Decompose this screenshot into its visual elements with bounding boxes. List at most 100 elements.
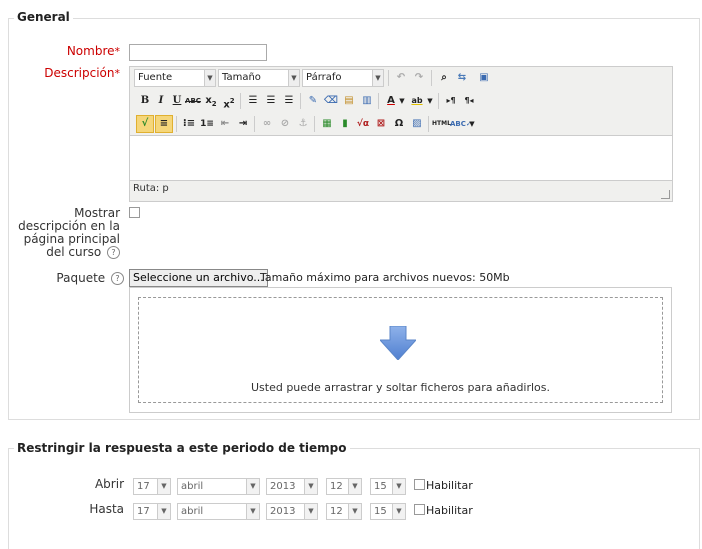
toolbar-separator <box>428 116 429 132</box>
toolbar-separator <box>314 116 315 132</box>
help-icon[interactable]: ? <box>107 246 120 259</box>
block-icon[interactable]: ≡ <box>155 115 173 133</box>
size-select-label: Tamaño <box>222 72 261 83</box>
required-icon: * <box>114 45 121 58</box>
special-char-icon[interactable]: Ω <box>390 115 408 133</box>
rtl-icon[interactable]: ¶◂ <box>460 92 478 110</box>
chevron-down-icon: ▼ <box>157 479 170 494</box>
name-input[interactable] <box>129 44 267 61</box>
toolbar-separator <box>388 70 389 86</box>
align-center-icon[interactable]: ☰ <box>262 92 280 110</box>
open-label: Abrir <box>94 477 124 491</box>
toolbar-separator <box>240 93 241 109</box>
file-dropzone[interactable]: Usted puede arrastrar y soltar ficheros … <box>129 287 672 413</box>
open-minute-select[interactable]: 15 ▼ <box>370 478 406 495</box>
chevron-down-icon: ▼ <box>304 479 317 494</box>
open-hour-value: 12 <box>330 481 343 492</box>
open-hour-select[interactable]: 12 ▼ <box>326 478 362 495</box>
chevron-down-icon: ▼ <box>204 70 215 86</box>
ltr-icon[interactable]: ▸¶ <box>442 92 460 110</box>
until-day-select[interactable]: 17 ▼ <box>133 503 171 520</box>
toolbar-separator <box>254 116 255 132</box>
font-select[interactable]: Fuente ▼ <box>134 69 216 87</box>
html-icon[interactable]: HTML <box>432 115 451 133</box>
bullet-list-icon[interactable]: ⁝≡ <box>180 115 198 133</box>
chevron-down-icon: ▼ <box>392 479 405 494</box>
description-label: Descripción* <box>20 67 121 81</box>
until-minute-select[interactable]: 15 ▼ <box>370 503 406 520</box>
subscript-icon[interactable]: x2 <box>202 92 220 110</box>
toolbar-row-3: √ ≡ ⁝≡ 1≡ ⇤ ⇥ ∞ ⊘ ⚓ ▦ ▮ √α ⊠ Ω ▨ HTML AB… <box>132 113 672 135</box>
choose-file-button[interactable]: Seleccione un archivo... <box>129 269 268 287</box>
chevron-down-icon[interactable]: ▼ <box>398 92 406 110</box>
image-icon[interactable]: ▦ <box>318 115 336 133</box>
remove-format-icon[interactable]: ⌫ <box>322 92 340 110</box>
show-description-label: Mostrar descripción en la página princip… <box>8 207 120 259</box>
chevron-down-icon: ▼ <box>304 504 317 519</box>
open-month-select[interactable]: abril ▼ <box>177 478 260 495</box>
align-left-icon[interactable]: ☰ <box>244 92 262 110</box>
spellcheck-menu-icon[interactable]: ABC✓ <box>450 115 472 133</box>
open-day-select[interactable]: 17 ▼ <box>133 478 171 495</box>
chevron-down-icon: ▼ <box>348 479 361 494</box>
highlight-color-icon[interactable]: ab <box>408 92 426 110</box>
until-month-value: abril <box>181 506 204 517</box>
replace-icon[interactable]: ⇆ <box>453 69 471 87</box>
toolbar-row-2: B I U ABC x2 x2 ☰ ☰ ☰ ✎ ⌫ ▤ ▥ A ▼ ab ▼ ▸… <box>132 90 672 112</box>
resize-handle-icon[interactable] <box>661 190 670 199</box>
cleanup-icon[interactable]: ✎ <box>304 92 322 110</box>
until-enable-checkbox[interactable] <box>414 504 425 515</box>
show-description-checkbox[interactable] <box>129 207 140 218</box>
superscript-icon[interactable]: x2 <box>220 92 238 110</box>
size-select[interactable]: Tamaño ▼ <box>218 69 300 87</box>
restrict-fieldset <box>8 448 700 549</box>
required-icon: * <box>114 67 121 80</box>
chevron-down-icon: ▼ <box>288 70 299 86</box>
open-minute-value: 15 <box>374 481 387 492</box>
chevron-down-icon: ▼ <box>392 504 405 519</box>
until-minute-value: 15 <box>374 506 387 517</box>
show-description-text: Mostrar descripción en la página princip… <box>18 206 120 259</box>
package-label-text: Paquete <box>56 271 106 285</box>
toolbar-separator <box>438 93 439 109</box>
unlink-icon[interactable]: ⊘ <box>276 115 294 133</box>
format-select[interactable]: Párrafo ▼ <box>302 69 384 87</box>
chevron-down-icon: ▼ <box>372 70 383 86</box>
paste-word-icon[interactable]: ▥ <box>358 92 376 110</box>
until-year-select[interactable]: 2013 ▼ <box>266 503 318 520</box>
toolbar-separator <box>431 70 432 86</box>
until-label: Hasta <box>89 502 124 516</box>
spellcheck-icon[interactable]: √ <box>136 115 154 133</box>
align-right-icon[interactable]: ☰ <box>280 92 298 110</box>
strikethrough-icon[interactable]: ABC <box>184 92 202 110</box>
anchor-icon[interactable]: ⚓ <box>294 115 312 133</box>
edit-table-icon[interactable]: ▨ <box>408 115 426 133</box>
chevron-down-icon[interactable]: ▼ <box>426 92 434 110</box>
paste-text-icon[interactable]: ▤ <box>340 92 358 110</box>
moodle-media-icon[interactable]: ⊠ <box>372 115 390 133</box>
open-enable-checkbox[interactable] <box>414 479 425 490</box>
link-icon[interactable]: ∞ <box>258 115 276 133</box>
toolbar-separator <box>378 93 379 109</box>
fullscreen-icon[interactable]: ▣ <box>475 69 493 87</box>
undo-icon[interactable]: ↶ <box>392 69 410 87</box>
open-year-select[interactable]: 2013 ▼ <box>266 478 318 495</box>
until-hour-value: 12 <box>330 506 343 517</box>
until-month-select[interactable]: abril ▼ <box>177 503 260 520</box>
general-legend: General <box>14 10 73 24</box>
dropzone-text: Usted puede arrastrar y soltar ficheros … <box>250 381 551 394</box>
media-icon[interactable]: ▮ <box>336 115 354 133</box>
description-editor: Fuente ▼ Tamaño ▼ Párrafo ▼ ↶ ↷ ⌕ ⇆ ▣ B I U… <box>129 66 673 202</box>
open-year-value: 2013 <box>270 481 296 492</box>
outdent-icon[interactable]: ⇤ <box>216 115 234 133</box>
until-hour-select[interactable]: 12 ▼ <box>326 503 362 520</box>
find-icon[interactable]: ⌕ <box>435 69 453 87</box>
indent-icon[interactable]: ⇥ <box>234 115 252 133</box>
numbered-list-icon[interactable]: 1≡ <box>198 115 216 133</box>
help-icon[interactable]: ? <box>111 272 124 285</box>
equation-icon[interactable]: √α <box>354 115 372 133</box>
description-textarea[interactable] <box>130 135 672 181</box>
chevron-down-icon[interactable]: ▼ <box>468 115 476 133</box>
arrow-down-icon <box>380 326 416 360</box>
redo-icon[interactable]: ↷ <box>410 69 428 87</box>
